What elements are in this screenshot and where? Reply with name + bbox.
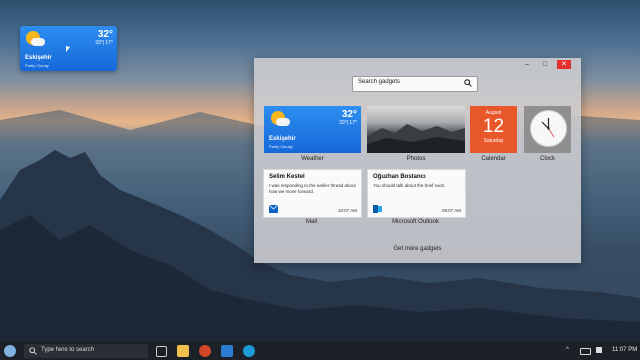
chevron-up-icon[interactable]: ^ [566,347,569,353]
outlook-message: You should talk about the brief soon. [373,183,446,188]
mail-time: 10:07 AM [337,208,357,213]
outlook-time: 08:07 AM [441,208,461,213]
cloud-icon [276,118,290,126]
mail-app-icon [269,205,278,213]
outlook-gadget-tile[interactable]: Oğuzhan Bostancı You should talk about t… [367,169,466,218]
start-button-icon[interactable] [4,345,16,357]
mail-gadget-tile[interactable]: Selim Kestel I was responding to the ear… [263,169,362,218]
search-gadgets-input[interactable]: Search gadgets [352,76,478,92]
weather-temperature: 32° [97,29,113,40]
clock-gadget-label: Clock [539,156,555,162]
photos-gadget-tile[interactable] [367,106,465,153]
outlook-gadget-label: Microsoft Outlook [392,219,439,225]
taskbar-search-box[interactable]: Type here to search [24,344,148,358]
taskbar-clock[interactable]: 11:07 PM [612,347,637,353]
taskbar: Type here to search ^ 11:07 PM [0,342,640,360]
battery-icon[interactable] [580,348,591,355]
clock-face-icon [530,110,567,147]
outlook-sender: Oğuzhan Bostancı [373,174,426,180]
mail-message: I was responding to the earlier thread a… [269,183,356,194]
get-more-gadgets-link[interactable]: Get more gadgets [254,246,581,252]
powerpoint-icon[interactable] [199,345,211,357]
weather-range: 33°| 17° [95,40,113,46]
clock-gadget-tile[interactable] [524,106,571,153]
cloud-icon [31,38,45,46]
edge-icon[interactable] [243,345,255,357]
mail-sender: Selim Kestel [269,174,305,180]
maximize-button[interactable]: □ [539,60,551,69]
photos-gadget-label: Photos [406,156,426,162]
taskbar-search-placeholder: Type here to search [41,347,95,353]
weather-gadget-label: Weather [301,156,324,162]
weather-condition: Partly Cloudy [25,63,49,68]
calendar-weekday: Saturday [483,138,504,144]
search-placeholder: Search gadgets [358,79,401,85]
weather-gadget-tile[interactable]: 32° 33°| 17° Eskişehir Partly Cloudy [264,106,361,153]
outlook-app-icon [373,205,382,213]
calendar-day: 12 [482,116,505,137]
close-button[interactable]: ✕ [557,60,571,69]
weather-city: Eskişehir [269,136,296,142]
mouse-cursor-icon [66,46,70,52]
search-icon [29,347,37,355]
weather-range: 33°| 17° [339,120,357,126]
file-explorer-icon[interactable] [177,345,189,357]
volume-icon[interactable] [596,347,602,353]
task-view-icon[interactable] [156,346,167,357]
weather-city: Eskişehir [25,55,52,61]
photos-icon[interactable] [221,345,233,357]
calendar-gadget-tile[interactable]: August 12 Saturday [470,106,517,153]
minimize-button[interactable]: – [521,60,533,69]
gadget-gallery-window: – □ ✕ Search gadgets 32° 33°| 17° Eskişe… [254,58,581,263]
calendar-gadget-label: Calendar [481,156,506,162]
weather-condition: Partly Cloudy [269,144,293,149]
search-icon[interactable] [464,79,472,87]
mail-gadget-label: Mail [305,219,317,225]
landscape-photo [367,124,465,153]
weather-temperature: 32° [341,109,357,120]
